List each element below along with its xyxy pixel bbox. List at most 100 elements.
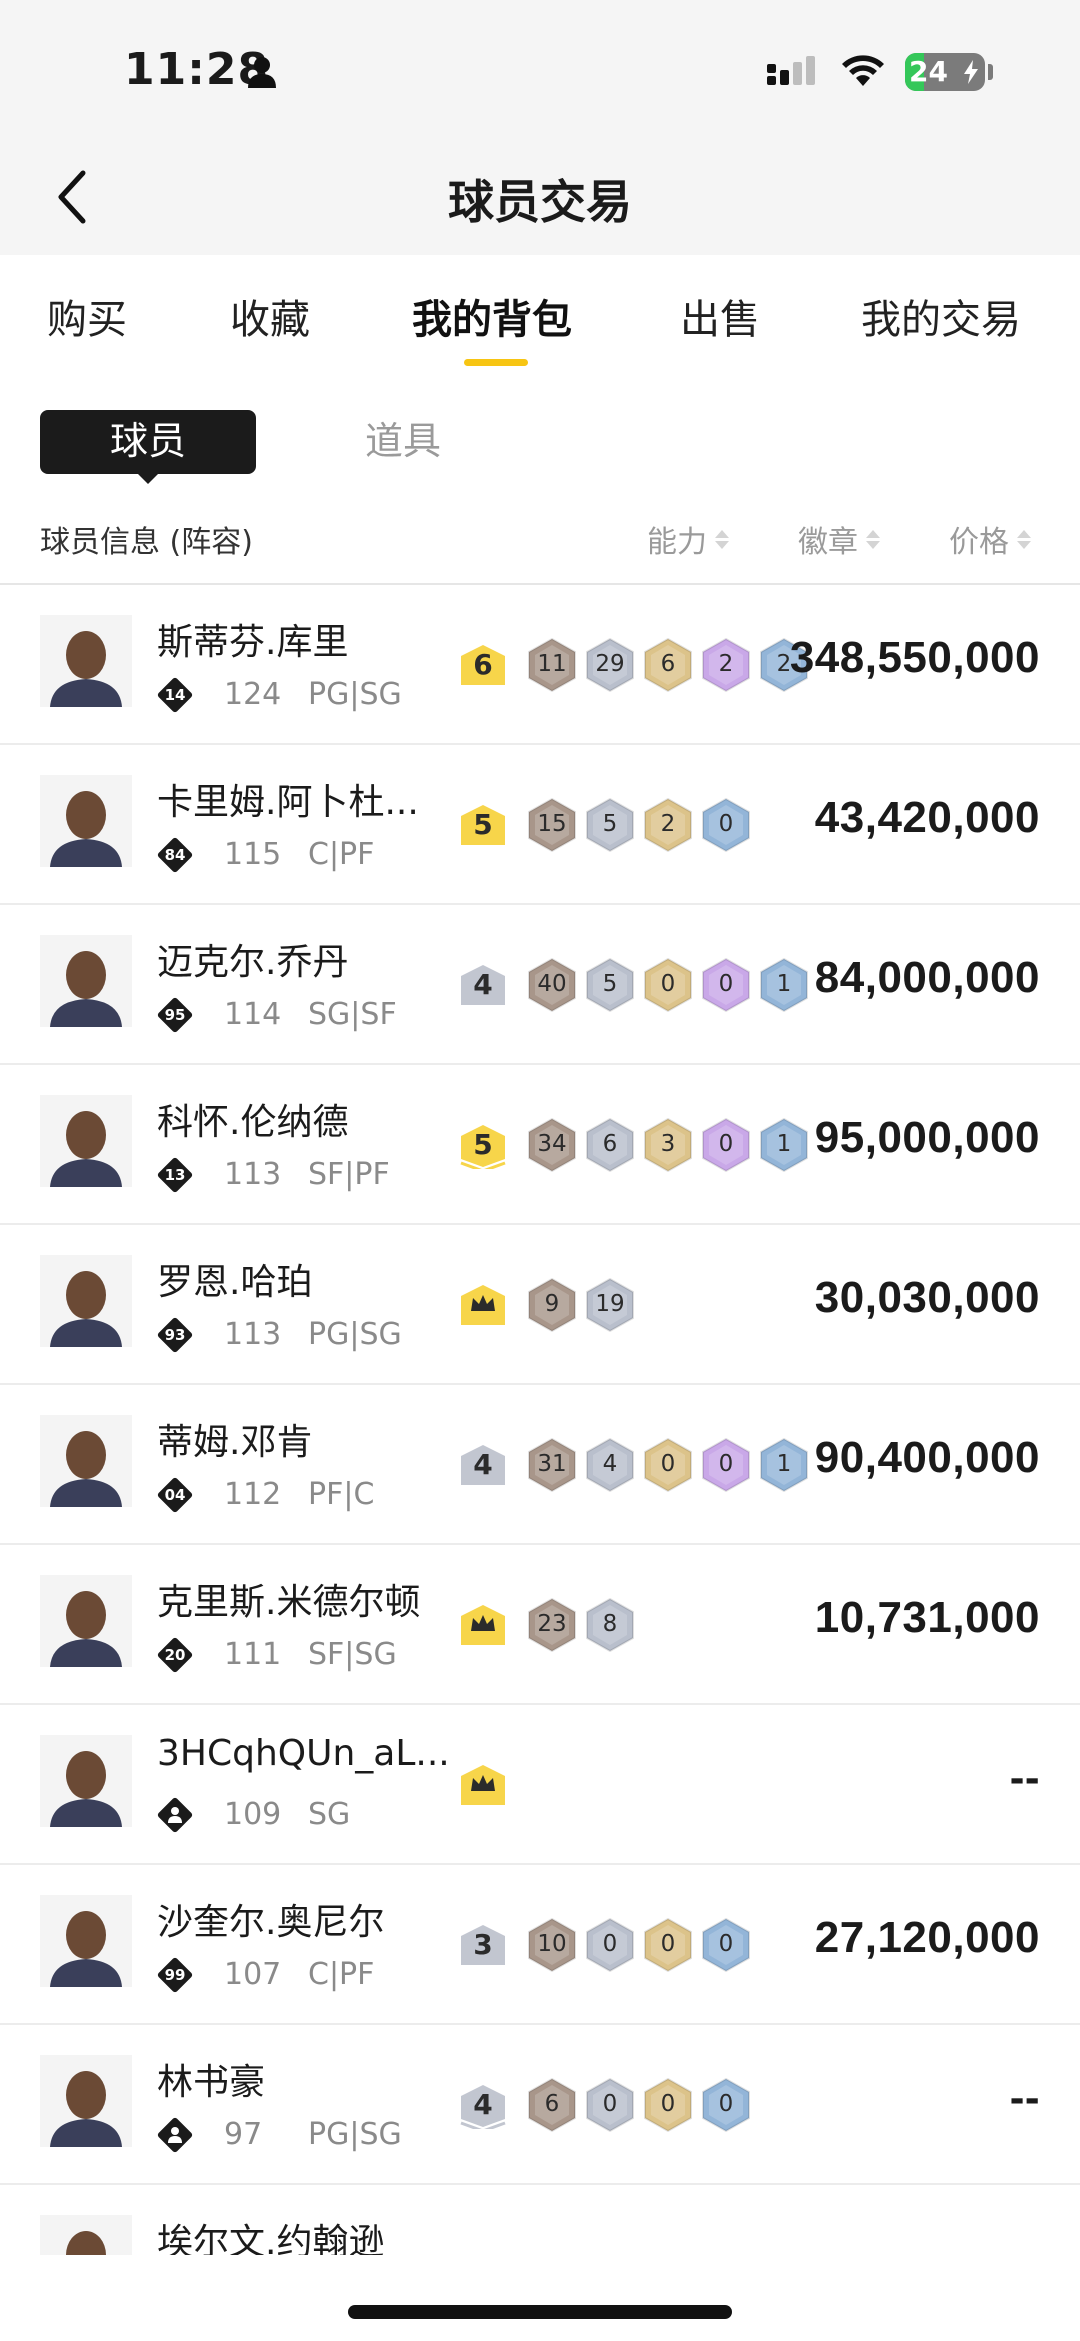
tier-level: 6 xyxy=(473,648,493,681)
badge-count: 0 xyxy=(718,1931,734,1957)
badge-count: 8 xyxy=(602,1611,618,1637)
player-position: SG xyxy=(308,1797,351,1832)
jersey-number: 14 xyxy=(164,686,186,704)
home-indicator xyxy=(348,2305,732,2319)
tier-badge: 6 xyxy=(458,643,508,687)
player-avatar xyxy=(40,1095,132,1187)
player-price: 90,400,000 xyxy=(814,1433,1040,1482)
sort-price-button[interactable]: 价格 xyxy=(949,517,1031,561)
badge-bronze-icon: 23 xyxy=(526,1597,578,1653)
tier-level: 4 xyxy=(473,1448,493,1481)
badge-silver-icon: 6 xyxy=(584,1117,636,1173)
badge-count: 0 xyxy=(602,2091,618,2117)
badge-count: 6 xyxy=(544,2091,560,2117)
player-row[interactable]: 林书豪 97 PG|SG 4 6 0 0 0 -- xyxy=(0,2025,1080,2185)
player-row[interactable]: 斯蒂芬.库里 14 124 PG|SG 6 11 29 6 2 2 348,55… xyxy=(0,585,1080,745)
battery-level: 24 xyxy=(909,55,948,88)
player-row[interactable]: 蒂姆.邓肯 04 112 PF|C 4 31 4 0 0 1 90,400,00… xyxy=(0,1385,1080,1545)
segment-players[interactable]: 球员 xyxy=(40,410,256,474)
player-price: 10,731,000 xyxy=(814,1593,1040,1642)
jersey-number: 84 xyxy=(164,846,186,864)
player-row[interactable]: 卡里姆.阿卜杜... 84 115 C|PF 5 15 5 2 0 43,420… xyxy=(0,745,1080,905)
badge-count: 0 xyxy=(660,2091,676,2117)
player-avatar xyxy=(40,1735,132,1827)
player-price: 84,000,000 xyxy=(814,953,1040,1002)
segment-items[interactable]: 道具 xyxy=(365,410,441,472)
cellular-signal-icon xyxy=(767,56,815,85)
player-rating: 112 xyxy=(224,1477,282,1512)
player-list[interactable]: 斯蒂芬.库里 14 124 PG|SG 6 11 29 6 2 2 348,55… xyxy=(0,585,1080,2255)
player-row[interactable]: 沙奎尔.奥尼尔 99 107 C|PF 3 10 0 0 0 27,120,00… xyxy=(0,1865,1080,2025)
team-badge: 84 xyxy=(156,836,194,874)
tab-buy[interactable]: 购买 xyxy=(47,287,127,345)
player-row[interactable]: 科怀.伦纳德 13 113 SF|PF 5 34 6 3 0 1 95,000,… xyxy=(0,1065,1080,1225)
badge-silver-icon: 4 xyxy=(584,1437,636,1493)
badge-count: 0 xyxy=(718,1131,734,1157)
badge-gold-icon: 0 xyxy=(642,1437,694,1493)
badge-silver-icon: 5 xyxy=(584,797,636,853)
player-row[interactable]: 3HCqhQUn_aL... 109 SG -- xyxy=(0,1705,1080,1865)
badge-silver-icon: 5 xyxy=(584,957,636,1013)
badge-blue-icon: 0 xyxy=(700,797,752,853)
crown-icon xyxy=(471,1775,495,1791)
team-badge xyxy=(156,1796,194,1834)
badge-count: 0 xyxy=(718,2091,734,2117)
header-ability-label: 能力 xyxy=(647,525,707,560)
team-badge xyxy=(156,2116,194,2154)
sort-badges-button[interactable]: 徽章 xyxy=(798,517,880,561)
badge-bronze-icon: 34 xyxy=(526,1117,578,1173)
player-name: 埃尔文.约翰逊 xyxy=(157,2222,385,2255)
badge-silver-icon: 8 xyxy=(584,1597,636,1653)
badge-count: 0 xyxy=(660,1931,676,1957)
badge-count: 1 xyxy=(776,971,792,997)
back-button[interactable] xyxy=(38,162,108,232)
tab-my-trades[interactable]: 我的交易 xyxy=(861,287,1021,345)
jersey-number: 93 xyxy=(164,1326,186,1344)
player-row[interactable]: 克里斯.米德尔顿 20 111 SF|SG 23 8 10,731,000 xyxy=(0,1545,1080,1705)
jersey-number: 13 xyxy=(164,1166,186,1184)
page-title: 球员交易 xyxy=(448,175,632,229)
player-position: PG|SG xyxy=(308,677,402,712)
badge-bronze-icon: 11 xyxy=(526,637,578,693)
tier-badge: 5 xyxy=(458,1123,508,1169)
team-badge: 14 xyxy=(156,676,194,714)
player-price: -- xyxy=(1009,2073,1040,2122)
badge-blue-icon: 1 xyxy=(758,1437,810,1493)
chevron-left-icon xyxy=(58,170,86,224)
badge-purple-icon: 0 xyxy=(700,957,752,1013)
tab-my-backpack[interactable]: 我的背包 xyxy=(412,287,572,345)
tier-level: 4 xyxy=(473,2088,493,2121)
badge-blue-icon: 1 xyxy=(758,957,810,1013)
player-avatar xyxy=(40,2055,132,2147)
badge-gold-icon: 3 xyxy=(642,1117,694,1173)
header-badges-label: 徽章 xyxy=(798,525,858,560)
player-avatar xyxy=(40,2215,132,2255)
player-row[interactable]: 埃尔文.约翰逊 xyxy=(0,2185,1080,2255)
badge-gold-icon: 2 xyxy=(642,797,694,853)
badge-count: 1 xyxy=(776,1131,792,1157)
badge-count: 1 xyxy=(776,1451,792,1477)
badge-silver-icon: 0 xyxy=(584,2077,636,2133)
player-rating: 111 xyxy=(224,1637,282,1672)
player-rating: 97 xyxy=(224,2117,263,2152)
player-row[interactable]: 罗恩.哈珀 93 113 PG|SG 9 19 30,030,000 xyxy=(0,1225,1080,1385)
battery-nub xyxy=(988,64,993,80)
player-price: 348,550,000 xyxy=(789,633,1040,682)
badge-count: 5 xyxy=(602,811,618,837)
tier-level: 5 xyxy=(473,808,493,841)
player-avatar xyxy=(40,1895,132,1987)
badge-count: 5 xyxy=(602,971,618,997)
badge-bronze-icon: 15 xyxy=(526,797,578,853)
player-row[interactable]: 迈克尔.乔丹 95 114 SG|SF 4 40 5 0 0 1 84,000,… xyxy=(0,905,1080,1065)
person-icon xyxy=(168,2127,182,2143)
badge-count: 34 xyxy=(537,1131,567,1157)
badge-bronze-icon: 9 xyxy=(526,1277,578,1333)
badge-silver-icon: 0 xyxy=(584,1917,636,1973)
player-name: 迈克尔.乔丹 xyxy=(157,942,349,983)
player-name: 沙奎尔.奥尼尔 xyxy=(157,1902,385,1943)
badge-count: 0 xyxy=(718,811,734,837)
tab-favorites[interactable]: 收藏 xyxy=(230,287,310,345)
tab-sell[interactable]: 出售 xyxy=(680,287,760,345)
player-name: 卡里姆.阿卜杜... xyxy=(157,782,419,823)
sort-ability-button[interactable]: 能力 xyxy=(647,517,729,561)
